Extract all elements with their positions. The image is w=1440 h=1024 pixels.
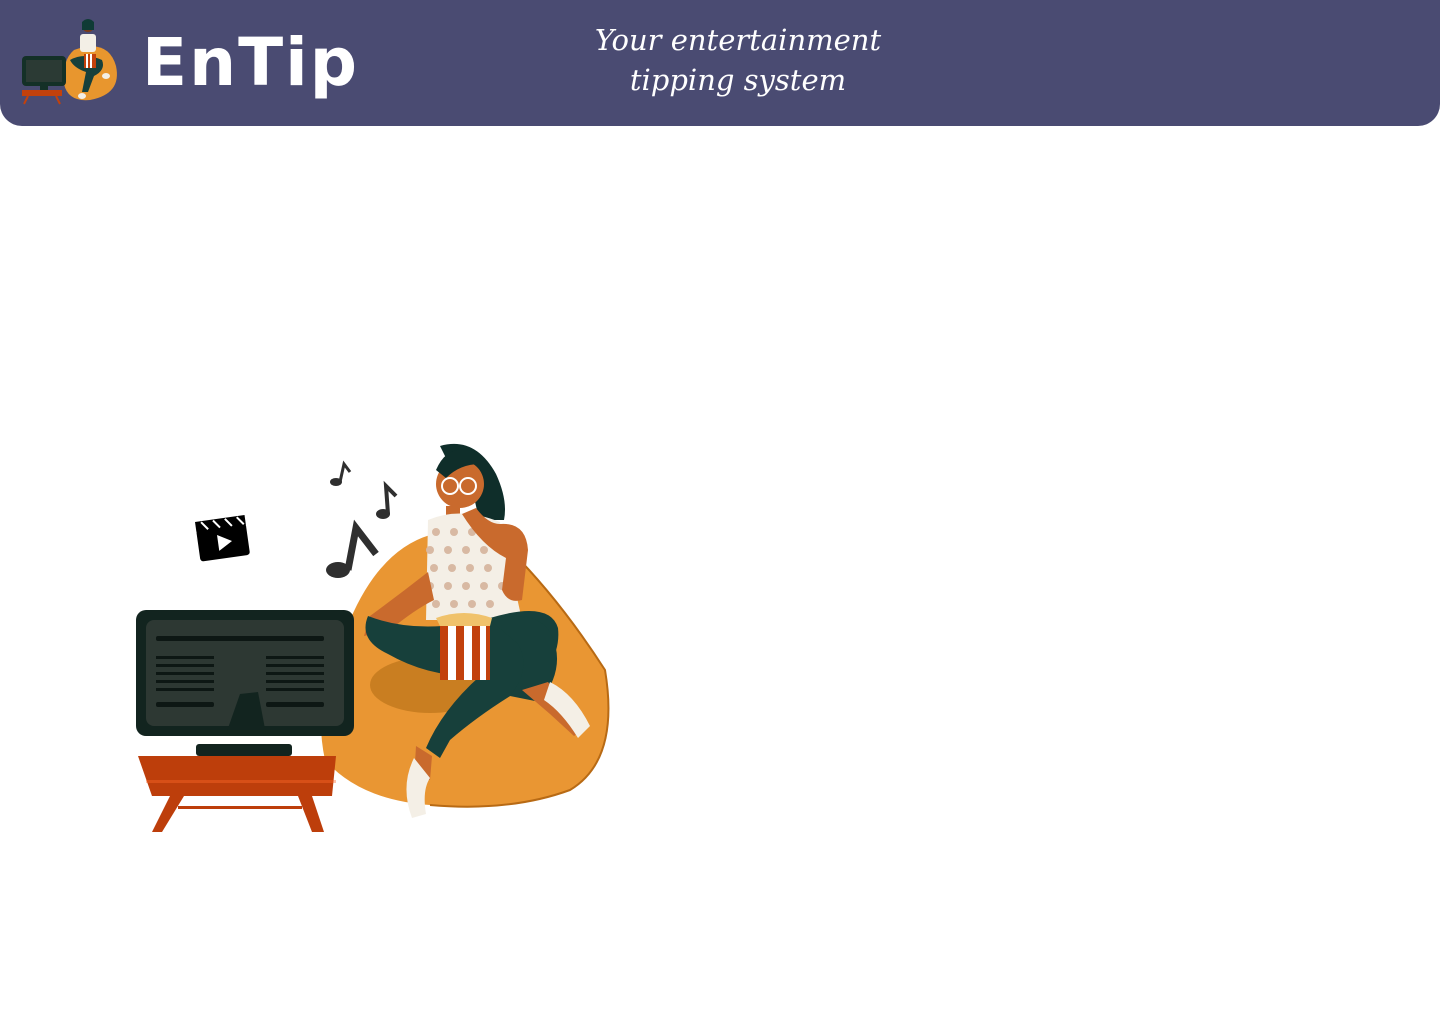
hero-illustration <box>136 443 610 832</box>
music-note-icon <box>326 460 398 578</box>
tagline-line-1: Your entertainment <box>594 23 882 57</box>
tagline: Your entertainment tipping system <box>538 20 938 100</box>
brand-name[interactable]: EnTip <box>142 18 359 108</box>
film-clapper-icon <box>195 515 250 562</box>
tv-table <box>138 756 336 832</box>
television <box>136 610 354 756</box>
entip-logo-icon[interactable] <box>18 16 124 106</box>
tagline-line-2: tipping system <box>629 63 847 97</box>
app-header: EnTip Your entertainment tipping system <box>0 0 1440 126</box>
